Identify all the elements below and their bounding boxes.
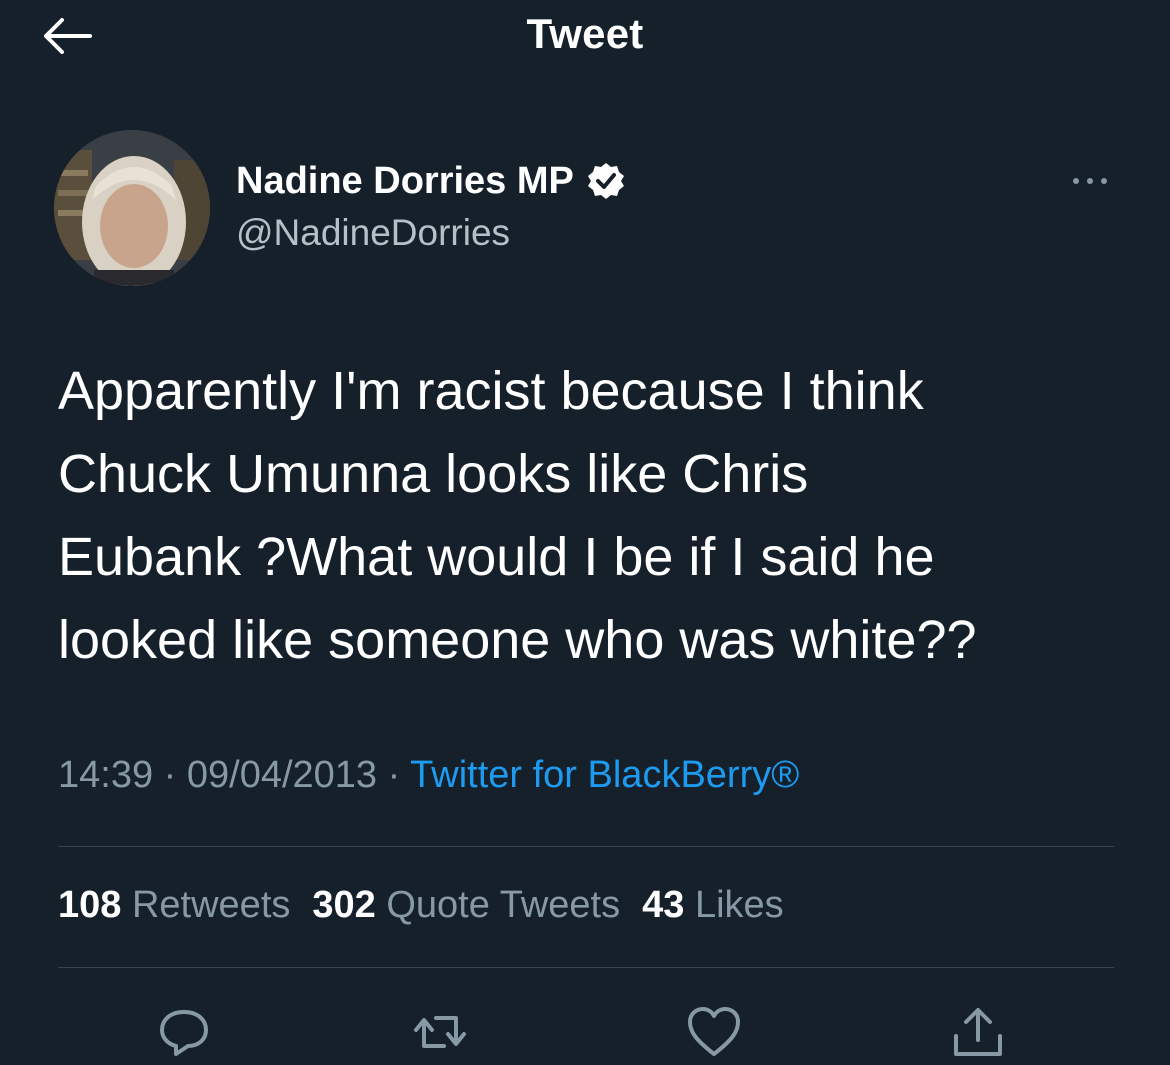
reply-button[interactable]: [154, 1002, 214, 1062]
divider: [58, 846, 1114, 847]
author-handle[interactable]: @NadineDorries: [236, 212, 510, 254]
author-display-name[interactable]: Nadine Dorries MP: [236, 160, 574, 203]
retweets-label: Retweets: [131, 884, 291, 926]
avatar[interactable]: [54, 130, 210, 286]
more-options-button[interactable]: [1062, 166, 1118, 196]
meta-separator: ·: [153, 754, 187, 796]
tweet-source-link[interactable]: Twitter for BlackBerry®: [410, 754, 799, 796]
tweet-time[interactable]: 14:39: [58, 754, 153, 796]
like-icon: [688, 1007, 740, 1056]
page-title: Tweet: [526, 10, 644, 57]
divider: [58, 967, 1114, 968]
like-button[interactable]: [684, 1002, 744, 1062]
quote-tweets-label: Quote Tweets: [386, 884, 621, 926]
quote-tweets-stat[interactable]: 302 Quote Tweets: [312, 884, 620, 926]
author-name-row: Nadine Dorries MP: [236, 156, 626, 206]
avatar-image: [54, 130, 210, 286]
retweets-count: 108: [58, 884, 122, 926]
meta-separator: ·: [377, 754, 411, 796]
tweet-meta: 14:39 · 09/04/2013 · Twitter for BlackBe…: [58, 754, 799, 797]
top-bar: Tweet: [0, 0, 1170, 72]
retweets-stat[interactable]: 108 Retweets: [58, 884, 290, 926]
quote-tweets-count: 302: [312, 884, 376, 926]
tweet-text: Apparently I'm racist because I think Ch…: [58, 361, 977, 670]
tweet-stats: 108 Retweets 302 Quote Tweets 43 Likes: [58, 884, 806, 927]
more-dots-icon: [1073, 178, 1107, 184]
retweet-button[interactable]: [410, 1002, 470, 1062]
retweet-icon: [414, 1016, 466, 1048]
share-icon: [954, 1008, 1002, 1056]
likes-label: Likes: [694, 884, 784, 926]
reply-icon: [160, 1010, 208, 1056]
tweet-detail-screen: Tweet Nadine Dorries MP @NadineDorries A…: [0, 0, 1170, 1065]
likes-count: 43: [642, 884, 685, 926]
likes-stat[interactable]: 43 Likes: [642, 884, 784, 926]
share-button[interactable]: [948, 1002, 1008, 1062]
verified-badge-icon: [586, 161, 626, 201]
tweet-date[interactable]: 09/04/2013: [187, 754, 377, 796]
